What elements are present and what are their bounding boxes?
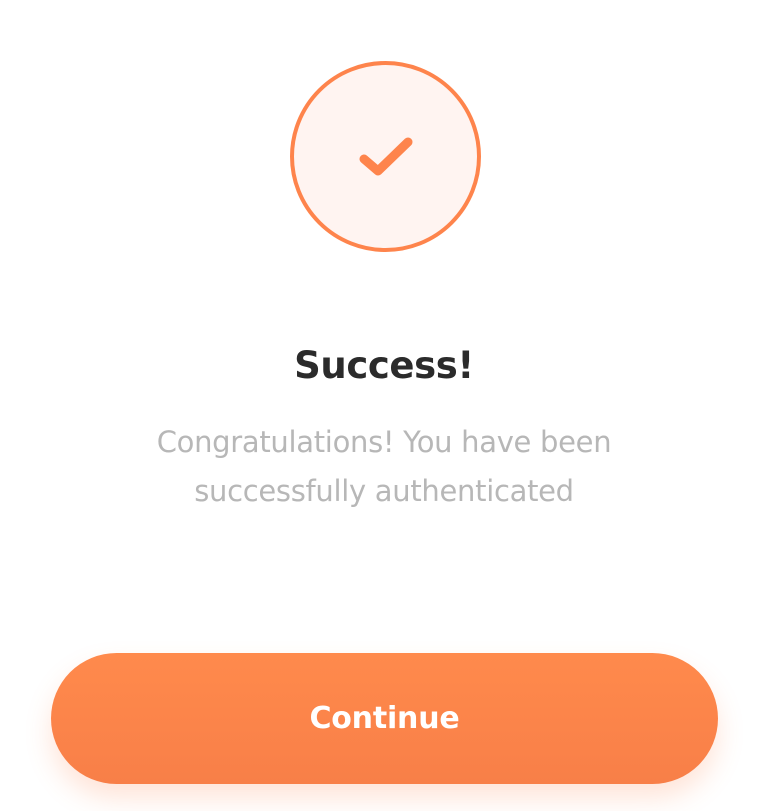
success-badge [290,61,481,252]
success-message: Congratulations! You have been successfu… [156,425,612,508]
check-icon [359,137,412,175]
page-title: Success! [294,344,474,387]
continue-button[interactable]: Continue [51,653,718,784]
continue-button-label: Continue [309,701,460,736]
